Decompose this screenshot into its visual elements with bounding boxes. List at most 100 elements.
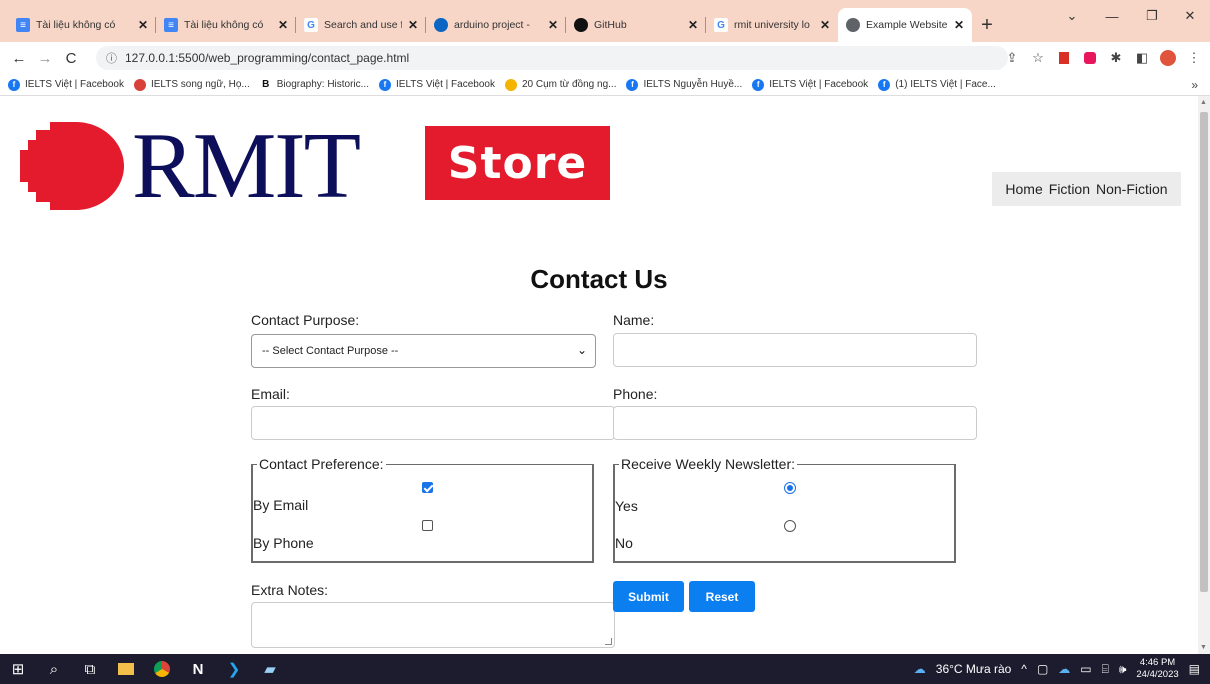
submit-button[interactable]: Submit (613, 581, 684, 612)
by-email-checkbox[interactable] (422, 482, 433, 493)
more-bookmarks-chevron-icon[interactable]: » (1191, 78, 1198, 92)
weather-cloud-icon: ☁ (913, 662, 926, 676)
windows-taskbar: ⊞ ⌕ ⧉ N ❯ ▰ ☁ 36°C Mưa rào ^ ▢ ☁ ▭ ⌸ 🕪 4… (0, 654, 1210, 684)
main-navigation: Home Fiction Non-Fiction (992, 172, 1181, 206)
browser-tab[interactable]: ≡ Tài liệu không có ✕ (156, 8, 296, 42)
chrome-icon[interactable] (144, 654, 180, 684)
nav-non-fiction-link[interactable]: Non-Fiction (1096, 181, 1168, 197)
minimize-icon[interactable]: — (1094, 4, 1130, 28)
by-phone-label: By Phone (253, 535, 314, 551)
browser-tab[interactable]: arduino project - ✕ (426, 8, 566, 42)
pinwheel-icon (504, 78, 517, 91)
tab-search-icon[interactable]: ⌄ (1054, 4, 1090, 28)
globe-icon (846, 18, 860, 32)
tab-title: Search and use fi (324, 19, 402, 31)
reset-button[interactable]: Reset (689, 581, 755, 612)
bookmark-item[interactable]: B Biography: Historic... (259, 78, 369, 91)
forward-arrow-icon[interactable]: → (32, 45, 58, 71)
extension-media-icon[interactable] (1078, 46, 1102, 70)
close-tab-icon[interactable]: ✕ (820, 18, 830, 32)
reload-icon[interactable]: C (58, 45, 84, 71)
close-tab-icon[interactable]: ✕ (688, 18, 698, 32)
close-tab-icon[interactable]: ✕ (954, 18, 964, 32)
b-icon: B (259, 78, 272, 91)
page-scrollbar[interactable]: ▲ ▼ (1198, 96, 1210, 654)
bookmark-item[interactable]: f IELTS Việt | Facebook (752, 78, 868, 91)
nav-home-link[interactable]: Home (1005, 181, 1042, 197)
profile-avatar-icon[interactable] (1156, 46, 1180, 70)
newsletter-no-radio[interactable] (784, 520, 796, 532)
close-tab-icon[interactable]: ✕ (278, 18, 288, 32)
scroll-up-arrow-icon[interactable]: ▲ (1200, 99, 1207, 106)
close-window-icon[interactable]: ✕ (1172, 4, 1208, 28)
weather-text[interactable]: 36°C Mưa rào (936, 662, 1012, 676)
browser-tab[interactable]: ≡ Tài liệu không có ✕ (8, 8, 156, 42)
tab-title: Example Website (866, 19, 948, 31)
vscode-icon[interactable]: ❯ (216, 654, 252, 684)
newsletter-fieldset: Receive Weekly Newsletter: Yes No (613, 456, 956, 563)
browser-tab-active[interactable]: Example Website ✕ (838, 8, 972, 42)
notifications-icon[interactable]: ▤ (1189, 662, 1200, 676)
close-tab-icon[interactable]: ✕ (408, 18, 418, 32)
page-viewport: RMIT Store Home Fiction Non-Fiction Cont… (0, 96, 1198, 654)
contact-purpose-select[interactable]: -- Select Contact Purpose -- ⌄ (251, 334, 596, 368)
extra-notes-label: Extra Notes: (251, 582, 329, 598)
logo-store-badge: Store (425, 126, 610, 200)
name-input[interactable] (613, 333, 977, 367)
volume-icon[interactable]: 🕪 (1119, 662, 1127, 677)
tab-title: rmit university lo (734, 19, 810, 31)
bookmarks-bar: f IELTS Việt | Facebook IELTS song ngữ, H… (0, 74, 1210, 96)
close-tab-icon[interactable]: ✕ (548, 18, 558, 32)
by-phone-checkbox[interactable] (422, 520, 433, 531)
meet-now-icon[interactable]: ▢ (1037, 662, 1048, 676)
clock-date: 24/4/2023 (1136, 669, 1179, 680)
scrollbar-thumb[interactable] (1200, 112, 1208, 592)
logo-rmit-text: RMIT (132, 114, 361, 218)
extra-notes-textarea[interactable] (251, 602, 615, 648)
nav-fiction-link[interactable]: Fiction (1049, 181, 1090, 197)
clock-time: 4:46 PM (1139, 657, 1176, 668)
close-tab-icon[interactable]: ✕ (138, 18, 148, 32)
browser-tab[interactable]: G rmit university lo ✕ (706, 8, 838, 42)
rmit-store-logo[interactable]: RMIT Store (20, 114, 620, 218)
bookmark-item[interactable]: f IELTS Nguyễn Huyề... (626, 78, 742, 91)
phone-input[interactable] (613, 406, 977, 440)
browser-tab[interactable]: G Search and use fi ✕ (296, 8, 426, 42)
windows-start-icon[interactable]: ⊞ (0, 654, 36, 684)
search-icon[interactable]: ⌕ (36, 654, 72, 684)
bookmark-star-icon[interactable]: ☆ (1026, 46, 1050, 70)
share-icon[interactable]: ⇪ (1000, 46, 1024, 70)
show-hidden-icons-chevron-icon[interactable]: ^ (1021, 662, 1027, 676)
bookmark-item[interactable]: IELTS song ngữ, Họ... (133, 78, 250, 91)
back-arrow-icon[interactable]: ← (6, 45, 32, 71)
restore-icon[interactable]: ❐ (1134, 4, 1170, 28)
bookmark-item[interactable]: 20 Cụm từ đồng ng... (504, 78, 616, 91)
facebook-icon: f (878, 78, 891, 91)
clock[interactable]: 4:46 PM 24/4/2023 (1136, 657, 1178, 681)
notepad-icon[interactable]: ▰ (252, 654, 288, 684)
extension-red-icon[interactable] (1052, 46, 1076, 70)
newsletter-yes-radio[interactable] (784, 482, 796, 494)
newsletter-no-label: No (615, 535, 633, 551)
email-input[interactable] (251, 406, 615, 440)
extensions-puzzle-icon[interactable]: ✱ (1104, 46, 1128, 70)
newsletter-legend: Receive Weekly Newsletter: (619, 456, 798, 472)
bookmark-label: Biography: Historic... (276, 79, 369, 90)
bookmark-item[interactable]: f IELTS Việt | Facebook (8, 78, 124, 91)
menu-kebab-icon[interactable]: ⋮ (1182, 46, 1206, 70)
notion-icon[interactable]: N (180, 654, 216, 684)
network-icon[interactable]: ⌸ (1102, 662, 1109, 677)
new-tab-button[interactable]: + (972, 8, 1002, 42)
browser-tab[interactable]: GitHub ✕ (566, 8, 706, 42)
bookmark-item[interactable]: f (1) IELTS Việt | Face... (878, 78, 996, 91)
address-bar[interactable]: ⓘ 127.0.0.1:5500/web_programming/contact… (96, 46, 1008, 70)
file-explorer-icon[interactable] (108, 654, 144, 684)
task-view-icon[interactable]: ⧉ (72, 654, 108, 684)
site-info-icon[interactable]: ⓘ (106, 50, 117, 66)
side-panel-icon[interactable]: ◧ (1130, 46, 1154, 70)
onedrive-icon[interactable]: ☁ (1058, 662, 1070, 676)
google-icon: G (714, 18, 728, 32)
scroll-down-arrow-icon[interactable]: ▼ (1200, 644, 1207, 651)
bookmark-item[interactable]: f IELTS Việt | Facebook (379, 78, 495, 91)
battery-icon[interactable]: ▭ (1080, 662, 1091, 676)
